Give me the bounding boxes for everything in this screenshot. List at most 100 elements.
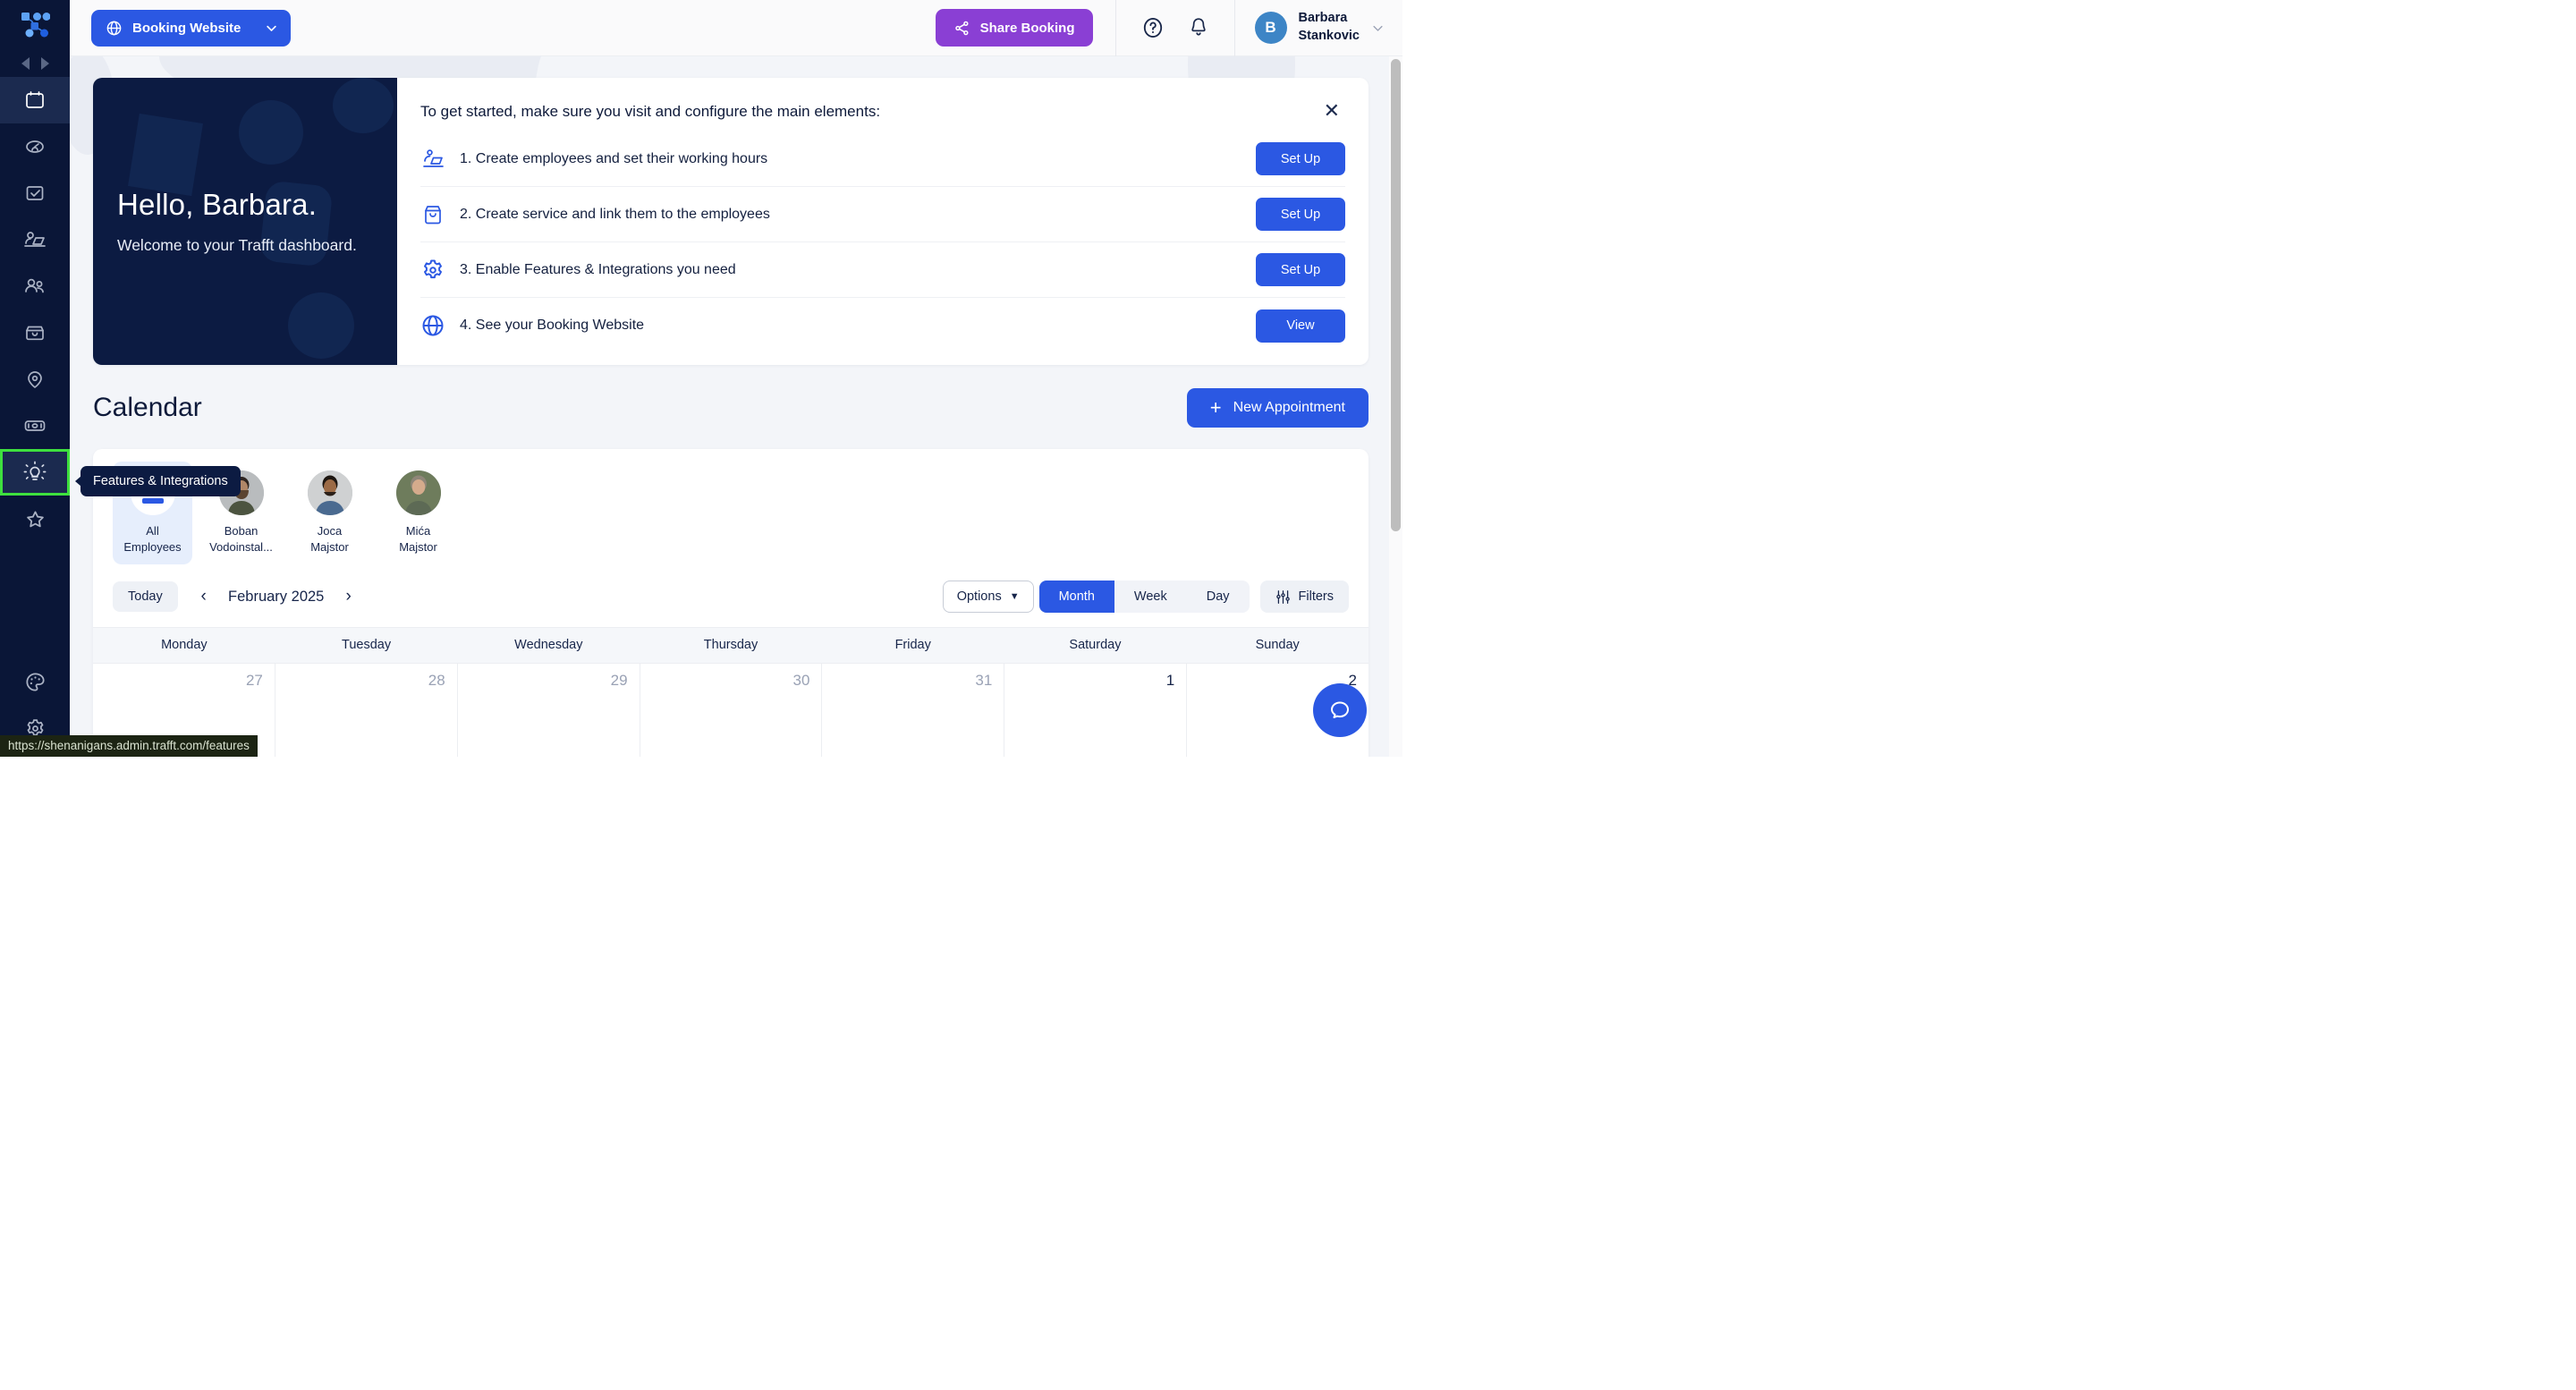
sidebar-item-finance[interactable] bbox=[0, 403, 70, 449]
status-bar-url: https://shenanigans.admin.trafft.com/fea… bbox=[0, 735, 258, 757]
chat-bubble-icon bbox=[1331, 701, 1349, 718]
sidebar-item-reviews[interactable] bbox=[0, 496, 70, 542]
sidebar-tooltip: Features & Integrations bbox=[75, 466, 241, 496]
palette-icon bbox=[25, 672, 45, 691]
employee-photo bbox=[307, 470, 352, 515]
calendar-day-headers: Monday Tuesday Wednesday Thursday Friday… bbox=[93, 627, 1368, 664]
sliders-icon bbox=[1275, 589, 1290, 604]
booking-website-button[interactable]: Booking Website bbox=[91, 9, 292, 47]
checklist-setup-button[interactable]: Set Up bbox=[1256, 253, 1345, 286]
bell-icon bbox=[1191, 18, 1206, 36]
calendar-day-cell[interactable]: 31 bbox=[822, 663, 1005, 757]
welcome-subtitle: Welcome to your Trafft dashboard. bbox=[117, 236, 357, 254]
day-header: Thursday bbox=[703, 638, 758, 653]
chevron-left-icon[interactable]: ‹ bbox=[192, 584, 216, 609]
globe-icon bbox=[420, 313, 460, 338]
checklist-setup-button[interactable]: Set Up bbox=[1256, 198, 1345, 231]
scrollbar-thumb[interactable] bbox=[1391, 59, 1401, 531]
view-switcher: Month Week Day bbox=[1038, 581, 1250, 614]
checklist-setup-button[interactable]: Set Up bbox=[1256, 142, 1345, 175]
sidebar-item-features-integrations[interactable] bbox=[0, 449, 70, 496]
page-title: Calendar bbox=[93, 393, 202, 422]
gauge-icon bbox=[26, 140, 44, 153]
checklist-item-label: 1. Create employees and set their workin… bbox=[460, 150, 768, 166]
calendar-day-cell[interactable]: 29 bbox=[457, 663, 640, 757]
decorative-shape bbox=[239, 100, 303, 165]
day-header: Tuesday bbox=[342, 638, 392, 653]
checklist-item-label: 3. Enable Features & Integrations you ne… bbox=[460, 261, 736, 277]
current-month-label: February 2025 bbox=[228, 588, 325, 605]
sidebar-item-employees[interactable] bbox=[0, 216, 70, 263]
help-button[interactable] bbox=[1141, 16, 1165, 39]
user-menu[interactable]: B Barbara Stankovic bbox=[1235, 0, 1403, 56]
calendar-day-cell[interactable]: 28 bbox=[275, 663, 458, 757]
checklist-item-label: 4. See your Booking Website bbox=[460, 318, 645, 333]
notifications-button[interactable] bbox=[1188, 16, 1209, 39]
calendar-icon bbox=[26, 91, 44, 108]
money-icon bbox=[24, 420, 46, 431]
calendar-day-cell[interactable]: 30 bbox=[640, 663, 823, 757]
checklist-item: 4. See your Booking Website View bbox=[420, 298, 1345, 353]
chevron-down-icon: ▼ bbox=[1009, 591, 1020, 603]
sidebar-collapse-controls[interactable] bbox=[0, 50, 70, 77]
help-chat-button[interactable] bbox=[1313, 683, 1367, 737]
day-header: Friday bbox=[894, 638, 931, 653]
employee-name-line1: Joca bbox=[317, 524, 343, 538]
share-icon bbox=[954, 21, 969, 35]
share-booking-button[interactable]: Share Booking bbox=[935, 9, 1093, 47]
decorative-shape bbox=[128, 113, 203, 197]
caret-left-icon[interactable] bbox=[21, 57, 30, 70]
sidebar-item-appointments[interactable] bbox=[0, 170, 70, 216]
employee-filter-item[interactable]: Mića Majstor bbox=[378, 462, 458, 564]
employee-photo bbox=[395, 470, 441, 515]
checklist-item: 3. Enable Features & Integrations you ne… bbox=[420, 242, 1345, 298]
service-box-icon bbox=[420, 202, 460, 227]
view-option-day[interactable]: Day bbox=[1187, 581, 1250, 613]
checklist-item: 2. Create service and link them to the e… bbox=[420, 187, 1345, 242]
day-header: Monday bbox=[161, 638, 208, 653]
chevron-down-icon bbox=[267, 25, 277, 31]
sidebar-item-calendar[interactable] bbox=[0, 77, 70, 123]
app-logo[interactable] bbox=[0, 0, 70, 50]
chevron-right-icon[interactable]: › bbox=[337, 584, 360, 609]
star-icon bbox=[26, 510, 44, 527]
onboarding-panel: Hello, Barbara. Welcome to your Trafft d… bbox=[93, 78, 1368, 365]
trafft-logo-icon bbox=[21, 13, 50, 38]
date-number: 28 bbox=[428, 672, 445, 690]
view-option-week[interactable]: Week bbox=[1114, 581, 1187, 613]
task-check-icon bbox=[26, 186, 44, 200]
day-header: Wednesday bbox=[514, 638, 583, 653]
getting-started-checklist: To get started, make sure you visit and … bbox=[397, 78, 1368, 365]
month-navigation: ‹ February 2025 › bbox=[192, 584, 360, 609]
employee-name-line2: Employees bbox=[123, 539, 182, 554]
employee-icon bbox=[24, 232, 46, 247]
question-circle-icon bbox=[1143, 18, 1162, 38]
top-bar: Booking Website Share Booking B Barbara … bbox=[70, 0, 1402, 56]
view-option-month[interactable]: Month bbox=[1038, 581, 1114, 614]
sidebar-item-dashboard[interactable] bbox=[0, 123, 70, 170]
calendar-day-cell[interactable]: 1 bbox=[1004, 663, 1188, 757]
filters-button[interactable]: Filters bbox=[1259, 581, 1349, 614]
sidebar-item-customers[interactable] bbox=[0, 263, 70, 309]
close-icon[interactable]: ✕ bbox=[1318, 97, 1345, 124]
caret-right-icon[interactable] bbox=[40, 57, 49, 70]
new-appointment-button[interactable]: + New Appointment bbox=[1186, 388, 1368, 428]
chevron-down-icon[interactable] bbox=[1371, 21, 1385, 35]
gear-icon bbox=[420, 258, 460, 283]
options-dropdown[interactable]: Options ▼ bbox=[942, 581, 1034, 614]
users-icon bbox=[25, 278, 44, 293]
decorative-shape bbox=[333, 78, 394, 133]
employee-desk-icon bbox=[420, 147, 460, 172]
user-name: Barbara Stankovic bbox=[1299, 10, 1360, 45]
checklist-item: 1. Create employees and set their workin… bbox=[420, 131, 1345, 187]
date-number: 29 bbox=[610, 672, 628, 690]
sidebar-item-services[interactable] bbox=[0, 309, 70, 356]
sidebar-item-locations[interactable] bbox=[0, 356, 70, 403]
checklist-view-button[interactable]: View bbox=[1256, 309, 1345, 343]
employee-filter-strip: All Employees Boban Vodoinstal... Joca M… bbox=[93, 449, 1368, 573]
employee-filter-item[interactable]: Joca Majstor bbox=[290, 462, 369, 564]
sidebar-item-customize[interactable] bbox=[0, 658, 70, 705]
employee-name-line2: Majstor bbox=[399, 539, 437, 554]
today-button[interactable]: Today bbox=[113, 581, 178, 613]
avatar bbox=[395, 470, 441, 515]
